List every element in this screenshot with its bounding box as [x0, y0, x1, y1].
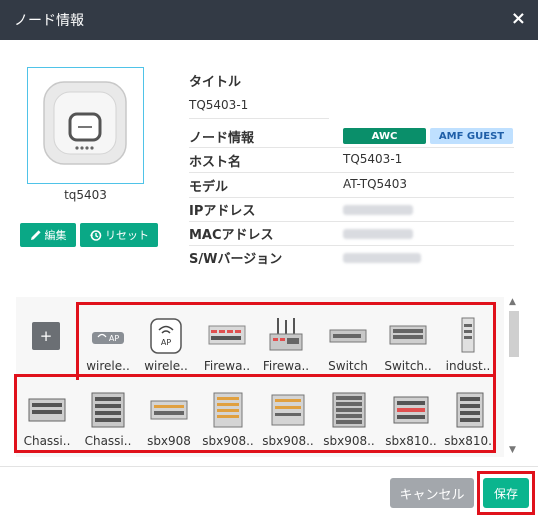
palette-item-label: Firewa..	[262, 359, 310, 373]
mac-label: MACアドレス	[189, 228, 274, 243]
edit-label: 編集	[44, 229, 67, 242]
model-value: AT-TQ5403	[343, 177, 408, 191]
palette-item-label: indust..	[445, 359, 491, 373]
palette-item-industrial[interactable]: indust..	[439, 316, 497, 378]
divider	[189, 221, 514, 222]
model-label: モデル	[189, 180, 229, 195]
chassis-icon	[91, 392, 125, 428]
save-button[interactable]: 保存	[483, 478, 529, 508]
scroll-up-icon[interactable]: ▲	[509, 297, 516, 307]
palette-item-label: wirele..	[86, 359, 130, 373]
chassis-icon	[28, 398, 66, 422]
node-info-dialog: ノード情報 × tq5403 編集 リセット タイトル TQ5403-1 ノード…	[0, 0, 538, 517]
palette-item-firewall[interactable]: Firewa..	[198, 316, 256, 378]
palette-item-sbx8100[interactable]: sbx810..	[382, 391, 440, 453]
mac-value-redacted	[343, 229, 413, 239]
node-info-heading: ノード情報	[189, 131, 255, 146]
sbx8100-icon	[393, 396, 429, 424]
reset-button[interactable]: リセット	[80, 223, 158, 247]
sbx8100-icon	[456, 392, 484, 428]
palette-item-sbx908-3[interactable]: sbx908..	[259, 391, 317, 453]
palette-item-label: sbx810..	[444, 434, 496, 448]
node-name: tq5403	[64, 188, 107, 202]
palette-scrollbar[interactable]: ▲ ▼	[507, 297, 521, 457]
palette-item-sbx908-4[interactable]: sbx908..	[320, 391, 378, 453]
close-icon[interactable]: ×	[511, 8, 526, 29]
palette-item-label: sbx810..	[385, 434, 437, 448]
dialog-header: ノード情報 ×	[0, 0, 538, 40]
sbx908-icon	[150, 400, 188, 420]
palette-item-firewall-2[interactable]: Firewa..	[257, 316, 315, 378]
divider	[189, 245, 514, 246]
awc-badge: AWC	[343, 128, 426, 144]
divider	[189, 197, 514, 198]
dialog-title: ノード情報	[14, 13, 84, 29]
sw-version-redacted	[343, 253, 421, 263]
palette-item-sbx8100-2[interactable]: sbx810..	[441, 391, 499, 453]
ip-label: IPアドレス	[189, 204, 256, 219]
palette-item-chassis-2[interactable]: Chassi..	[79, 391, 137, 453]
firewall-antenna-icon	[269, 318, 303, 351]
svg-text:AP: AP	[109, 334, 119, 343]
switch-icon	[389, 325, 427, 345]
industrial-switch-icon	[461, 317, 475, 353]
history-icon	[89, 229, 102, 241]
ip-value-redacted	[343, 205, 413, 215]
palette-item-label: Firewa..	[203, 359, 251, 373]
sbx908-icon	[213, 392, 243, 428]
palette-item-wireless-ap-2[interactable]: AP wirele..	[137, 316, 195, 378]
palette-item-switch[interactable]: Switch	[319, 316, 377, 378]
title-underline	[189, 118, 329, 119]
host-value: TQ5403-1	[343, 152, 403, 166]
footer-divider	[0, 466, 538, 467]
title-label: タイトル	[189, 75, 242, 90]
title-value[interactable]: TQ5403-1	[189, 98, 248, 112]
palette-item-label: wirele..	[144, 359, 188, 373]
node-image	[27, 67, 144, 184]
palette-item-sbx908[interactable]: sbx908	[140, 391, 198, 453]
scrollbar-thumb[interactable]	[509, 311, 519, 357]
highlight-outline-step	[14, 374, 79, 377]
divider	[189, 172, 514, 173]
palette-item-label: Chassi..	[84, 434, 132, 448]
svg-text:AP: AP	[161, 338, 171, 347]
palette-item-chassis[interactable]: Chassi..	[18, 391, 76, 453]
palette-item-label: Switch	[328, 359, 368, 373]
palette-item-switch-2[interactable]: Switch..	[379, 316, 437, 378]
sbx908-icon	[271, 394, 305, 426]
divider	[189, 147, 514, 148]
palette-item-label: sbx908..	[323, 434, 375, 448]
wireless-ap-icon: AP	[92, 332, 124, 344]
switch-icon	[329, 329, 367, 343]
wireless-ap-icon: AP	[150, 318, 182, 354]
palette-item-label: Chassi..	[23, 434, 71, 448]
palette-item-sbx908-2[interactable]: sbx908..	[199, 391, 257, 453]
reset-label: リセット	[105, 229, 149, 242]
palette-item-label: sbx908..	[262, 434, 314, 448]
host-label: ホスト名	[189, 155, 242, 170]
palette-item-label: sbx908..	[202, 434, 254, 448]
palette-item-wireless-ap[interactable]: AP wirele..	[79, 316, 137, 378]
add-device-button[interactable]: +	[32, 322, 60, 350]
amf-guest-badge: AMF GUEST	[430, 128, 513, 144]
palette-item-label: sbx908	[147, 434, 191, 448]
edit-button[interactable]: 編集	[20, 223, 76, 247]
cancel-button[interactable]: キャンセル	[390, 478, 474, 508]
firewall-icon	[208, 325, 246, 345]
scroll-down-icon[interactable]: ▼	[509, 445, 516, 455]
access-point-icon	[43, 81, 127, 165]
pencil-icon	[30, 230, 41, 240]
sbx908-icon	[332, 392, 366, 428]
sw-version-label: S/Wバージョン	[189, 252, 283, 267]
palette-item-label: Switch..	[384, 359, 432, 373]
